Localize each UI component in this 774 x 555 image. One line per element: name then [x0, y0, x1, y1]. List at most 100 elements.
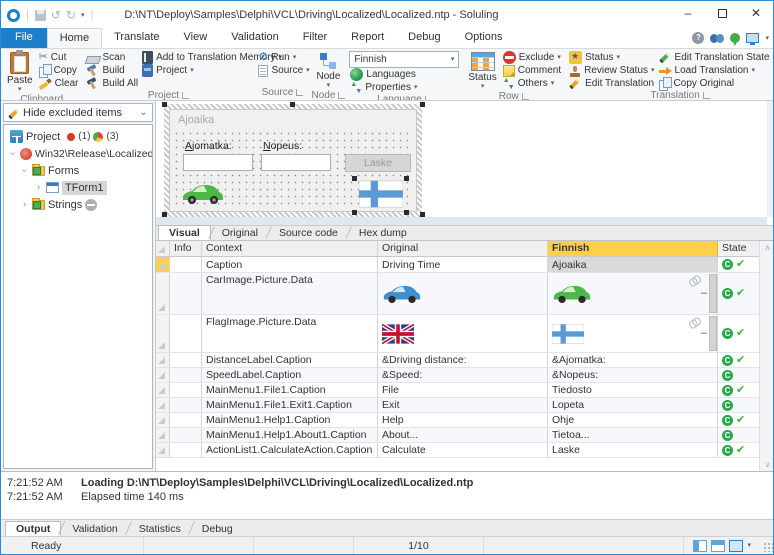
row-indicator[interactable]: [156, 443, 170, 457]
speed-edit[interactable]: [261, 154, 331, 171]
maximize-button[interactable]: [705, 1, 739, 25]
cell-finnish[interactable]: Ohje: [548, 413, 718, 427]
toolbar-options-caret[interactable]: ▾: [765, 35, 769, 42]
copy-original-button[interactable]: Copy Original: [658, 77, 771, 91]
cell-original-image[interactable]: [378, 315, 548, 352]
grid-row[interactable]: MainMenu1.File1.Caption File Tiedosto C ✔: [156, 383, 773, 398]
expander-icon[interactable]: ›: [20, 199, 29, 210]
selection-handle[interactable]: [420, 102, 425, 107]
scan-button[interactable]: Scan: [85, 51, 139, 64]
row-indicator[interactable]: [156, 273, 170, 314]
cell-context[interactable]: CarImage.Picture.Data: [202, 273, 378, 314]
selection-handle[interactable]: [352, 210, 357, 215]
cell-context[interactable]: Caption: [202, 257, 378, 272]
cell-context[interactable]: MainMenu1.Help1.About1.Caption: [202, 428, 378, 442]
qat-customize-caret[interactable]: ▾: [81, 12, 85, 19]
row-indicator[interactable]: [156, 413, 170, 427]
cell-original[interactable]: Help: [378, 413, 548, 427]
tab-home[interactable]: Home: [46, 28, 103, 48]
dialog-launcher-icon[interactable]: [338, 91, 346, 99]
edit-translation-button[interactable]: Edit Translation: [568, 77, 655, 90]
form-selection-border[interactable]: Ajoaika Ajomatka: Nopeus: Laske: [164, 104, 422, 217]
flag-image-preview[interactable]: [359, 180, 403, 208]
properties-button[interactable]: Properties▾: [349, 81, 459, 95]
monitor-icon[interactable]: [746, 33, 760, 45]
layout-grid-view-icon[interactable]: [693, 539, 708, 552]
languages-button[interactable]: Languages: [349, 68, 459, 81]
dialog-launcher-icon[interactable]: [521, 92, 529, 100]
tree-item-forms[interactable]: › Forms: [4, 162, 152, 179]
cell-original-image[interactable]: [378, 273, 548, 314]
cell-context[interactable]: ActionList1.CalculateAction.Caption: [202, 443, 378, 457]
minimize-button[interactable]: –: [671, 1, 705, 25]
cell-context[interactable]: DistanceLabel.Caption: [202, 353, 378, 367]
row-indicator[interactable]: [156, 383, 170, 397]
filter-combo[interactable]: Hide excluded items ⌄: [3, 103, 153, 122]
copy-button[interactable]: Copy: [38, 64, 80, 78]
calculate-button-preview[interactable]: Laske: [345, 154, 411, 172]
grid-row-flag-image[interactable]: FlagImage.Picture.Data – C ✔: [156, 315, 773, 353]
run-button[interactable]: ⚙ Run ▾: [257, 51, 310, 64]
cell-context[interactable]: SpeedLabel.Caption: [202, 368, 378, 382]
designer-vertical-scrollbar[interactable]: [767, 101, 773, 217]
tab-output[interactable]: Output: [5, 521, 62, 536]
redo-icon[interactable]: ↻: [66, 9, 76, 21]
column-header-original[interactable]: Original: [378, 241, 548, 256]
cell-finnish[interactable]: &Ajomatka:: [548, 353, 718, 367]
cell-finnish[interactable]: Lopeta: [548, 398, 718, 412]
tab-hex-dump[interactable]: Hex dump: [349, 226, 417, 240]
column-header-info[interactable]: Info: [170, 241, 202, 256]
tab-source-code[interactable]: Source code: [269, 226, 348, 240]
cell-finnish[interactable]: &Nopeus:: [548, 368, 718, 382]
tab-report[interactable]: Report: [339, 28, 396, 48]
tree-item-exe[interactable]: › Win32\Release\Localized.exe: [4, 145, 152, 162]
column-header-finnish[interactable]: Finnish: [548, 241, 718, 256]
language-select[interactable]: Finnish ▾: [349, 51, 460, 68]
source-button[interactable]: Source ▾: [257, 64, 310, 77]
cell-finnish-image[interactable]: –: [548, 315, 718, 352]
scroll-down-icon[interactable]: ∨: [765, 460, 771, 469]
cell-scrollbar[interactable]: [709, 316, 717, 351]
cell-original[interactable]: Calculate: [378, 443, 548, 457]
tab-original[interactable]: Original: [212, 226, 268, 240]
clear-button[interactable]: Clear: [38, 77, 80, 90]
grid-vertical-scrollbar[interactable]: ∧ ∨: [759, 241, 773, 471]
row-comment-button[interactable]: Comment: [502, 64, 562, 77]
tab-options[interactable]: Options: [453, 28, 515, 48]
row-indicator[interactable]: [156, 315, 170, 352]
grid-row[interactable]: DistanceLabel.Caption &Driving distance:…: [156, 353, 773, 368]
help-icon[interactable]: [692, 32, 705, 44]
tab-filter[interactable]: Filter: [291, 28, 339, 48]
grid-row[interactable]: ActionList1.CalculateAction.Caption Calc…: [156, 443, 773, 458]
layout-options-caret[interactable]: ▾: [747, 542, 751, 549]
build-button[interactable]: Build: [85, 64, 139, 77]
tree-item-project[interactable]: Project (1) (3): [4, 128, 152, 145]
cut-button[interactable]: ✂ Cut: [38, 51, 80, 64]
cell-original[interactable]: About...: [378, 428, 548, 442]
cell-finnish[interactable]: Ajoaika: [548, 257, 718, 272]
distance-edit[interactable]: [183, 154, 253, 171]
cell-context[interactable]: MainMenu1.File1.Caption: [202, 383, 378, 397]
exclude-button[interactable]: Exclude ▾: [502, 51, 562, 64]
column-header-context[interactable]: Context: [202, 241, 378, 256]
collapse-row-button[interactable]: –: [701, 327, 707, 339]
cell-original[interactable]: &Speed:: [378, 368, 548, 382]
tab-debug[interactable]: Debug: [192, 522, 243, 536]
selection-handle[interactable]: [352, 176, 357, 181]
layout-form-view-icon[interactable]: [711, 539, 726, 552]
cell-finnish[interactable]: Tiedosto: [548, 383, 718, 397]
close-button[interactable]: ✕: [739, 1, 773, 25]
cell-context[interactable]: MainMenu1.Help1.Caption: [202, 413, 378, 427]
cell-finnish-image[interactable]: –: [548, 273, 718, 314]
cell-original[interactable]: Driving Time: [378, 257, 548, 272]
row-indicator[interactable]: [156, 398, 170, 412]
review-status-button[interactable]: Review Status ▾: [568, 64, 655, 77]
cell-finnish[interactable]: Laske: [548, 443, 718, 457]
selection-handle[interactable]: [404, 210, 409, 215]
grid-row[interactable]: MainMenu1.Help1.Caption Help Ohje C ✔: [156, 413, 773, 428]
cell-original[interactable]: Exit: [378, 398, 548, 412]
node-button[interactable]: Node ▾: [313, 51, 343, 90]
cell-scrollbar[interactable]: [709, 274, 717, 313]
dialog-launcher-icon[interactable]: [702, 91, 710, 99]
build-all-button[interactable]: Build All: [85, 77, 139, 90]
